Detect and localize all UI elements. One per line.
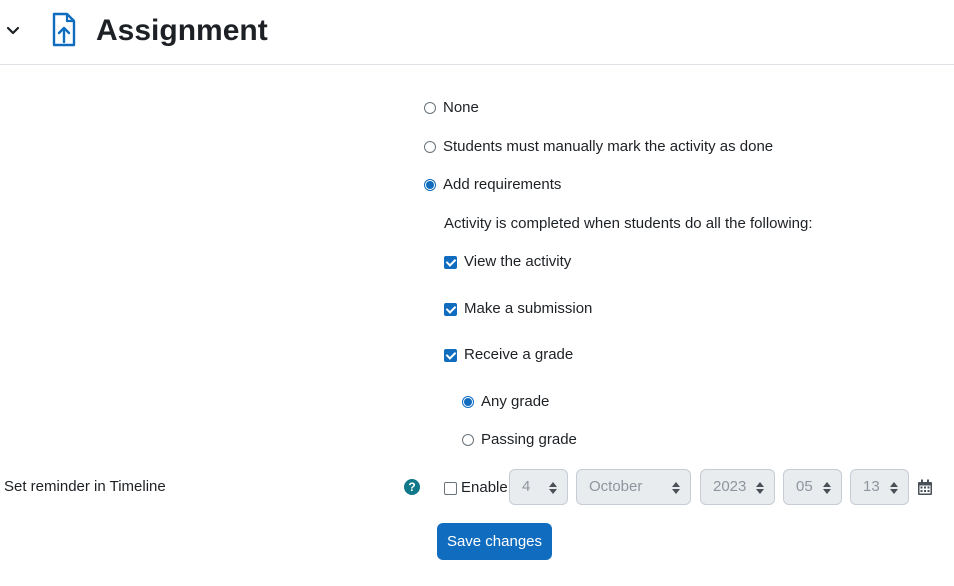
checkbox-grade[interactable] (444, 348, 457, 362)
save-changes-button[interactable]: Save changes (437, 523, 552, 560)
radio-manual[interactable] (424, 141, 436, 153)
completion-option-label: Add requirements (443, 176, 562, 193)
completion-option-manual[interactable]: Students must manually mark the activity… (424, 137, 773, 157)
grade-option-label: Any grade (481, 393, 550, 410)
requirement-label: Receive a grade (464, 346, 574, 363)
requirement-label: Make a submission (464, 300, 593, 317)
chevron-down-icon[interactable] (4, 22, 22, 40)
calendar-icon[interactable] (917, 479, 933, 496)
requirement-submission[interactable]: Make a submission (444, 299, 592, 319)
reminder-label: Set reminder in Timeline (4, 478, 166, 495)
sort-caret-icon (823, 482, 831, 494)
completion-option-label: None (443, 99, 479, 116)
day-value: 4 (522, 478, 531, 495)
sort-caret-icon (549, 482, 557, 494)
grade-option-label: Passing grade (481, 431, 577, 448)
requirement-label: View the activity (464, 253, 572, 270)
day-select[interactable]: 4 (509, 469, 568, 505)
completion-option-none[interactable]: None (424, 98, 479, 118)
radio-requirements[interactable] (424, 179, 436, 191)
page-title: Assignment (96, 14, 268, 47)
minute-value: 13 (863, 478, 880, 495)
sort-caret-icon (890, 482, 898, 494)
completion-option-label: Students must manually mark the activity… (443, 138, 774, 155)
radio-passing-grade[interactable] (462, 434, 474, 446)
month-value: October (589, 478, 643, 495)
sort-caret-icon (756, 482, 764, 494)
checkbox-submission[interactable] (444, 302, 457, 316)
checkbox-enable-reminder[interactable] (444, 481, 457, 495)
month-select[interactable]: October (576, 469, 691, 505)
radio-any-grade[interactable] (462, 396, 474, 408)
hour-select[interactable]: 05 (783, 469, 842, 505)
assignment-upload-icon (52, 12, 76, 47)
requirement-grade[interactable]: Receive a grade (444, 345, 573, 365)
reminder-enable[interactable]: Enable (444, 478, 508, 498)
checkbox-view[interactable] (444, 255, 457, 269)
radio-none[interactable] (424, 102, 436, 114)
grade-option-passing[interactable]: Passing grade (462, 430, 577, 450)
question-circle-icon[interactable]: ? (404, 479, 420, 495)
requirements-intro: Activity is completed when students do a… (444, 215, 813, 232)
page: Assignment None Students must manually m… (0, 0, 954, 586)
grade-option-any[interactable]: Any grade (462, 392, 549, 412)
requirement-view[interactable]: View the activity (444, 252, 571, 272)
section-header: Assignment (0, 0, 954, 65)
sort-caret-icon (672, 482, 680, 494)
enable-label: Enable (461, 479, 508, 496)
hour-value: 05 (796, 478, 813, 495)
completion-option-requirements[interactable]: Add requirements (424, 175, 561, 195)
minute-select[interactable]: 13 (850, 469, 909, 505)
year-select[interactable]: 2023 (700, 469, 775, 505)
year-value: 2023 (713, 478, 747, 495)
